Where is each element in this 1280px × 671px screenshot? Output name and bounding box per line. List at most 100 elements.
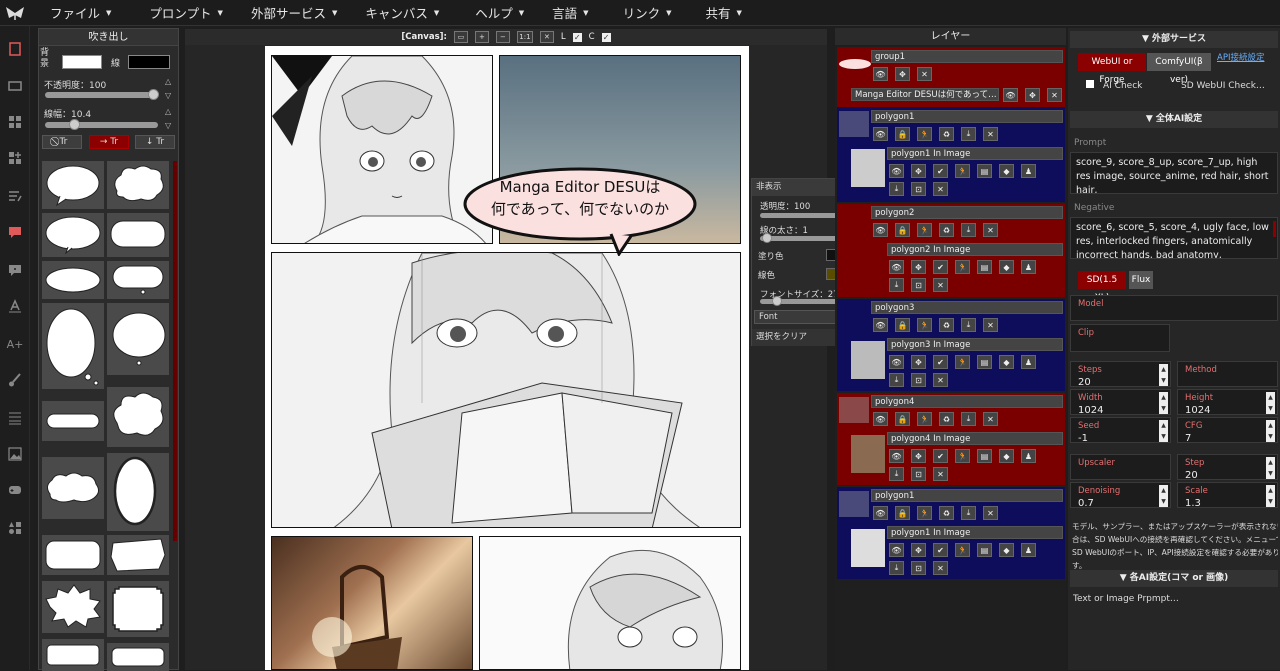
text-direction-none-button[interactable]: ⃠ Tr	[42, 135, 82, 149]
group-name[interactable]: group1	[871, 50, 1063, 63]
gamepad-icon[interactable]	[7, 482, 23, 498]
text-layer[interactable]: Manga Editor DESUは何であって… 👁 ✥ ✕	[837, 84, 1065, 107]
stepper-icon[interactable]: ▲ ▼	[1159, 364, 1168, 386]
figure-icon[interactable]: ♟	[1021, 164, 1036, 178]
height-field[interactable]: Height 1024 ▲ ▼	[1177, 389, 1278, 416]
polygon-name[interactable]: polygon3	[871, 301, 1063, 314]
text-layer-name[interactable]: Manga Editor DESUは何であって…	[851, 88, 999, 101]
menu-prompt[interactable]: プロンプト ▼	[149, 3, 223, 22]
bubble-thought-small[interactable]	[107, 261, 169, 299]
fit-page-icon[interactable]: ▭	[453, 31, 468, 43]
api-settings-link[interactable]: API接続設定	[1217, 51, 1264, 63]
layer-polygon[interactable]: polygon3 👁 🔒 🏃 ♻ ⤓ ✕ polygon3 In Image 👁…	[837, 299, 1065, 391]
menu-help[interactable]: ヘルプ ▼	[475, 3, 524, 22]
cube-icon[interactable]: ◆	[999, 164, 1014, 178]
lock-icon[interactable]: 🔒	[895, 506, 910, 520]
prompt-textarea[interactable]: score_9, score_8_up, score_7_up, high re…	[1070, 152, 1278, 194]
figure-icon[interactable]: ♟	[1021, 449, 1036, 463]
move-icon[interactable]: ✥	[911, 543, 926, 557]
download-icon[interactable]: ⤓	[889, 278, 904, 292]
app-logo[interactable]	[0, 0, 30, 26]
download-icon[interactable]: ⤓	[961, 223, 976, 237]
bubble-tall-oval[interactable]	[107, 453, 169, 531]
stepper-icon[interactable]: ▲ ▼	[1159, 420, 1168, 442]
crop-icon[interactable]: ⊡	[911, 182, 926, 196]
stepper-icon[interactable]: ▲ ▼	[1159, 392, 1168, 414]
lock-icon[interactable]: 🔒	[895, 223, 910, 237]
recycle-icon[interactable]: ♻	[939, 318, 954, 332]
polygon-name[interactable]: polygon1	[871, 110, 1063, 123]
pose-icon[interactable]: 🏃	[955, 260, 970, 274]
layout-grid-icon[interactable]	[7, 114, 23, 130]
comfyui-button[interactable]: ComfyUI(β ver)	[1147, 53, 1211, 85]
close-icon[interactable]: ✕	[1047, 88, 1062, 102]
document-icon[interactable]: ▤	[977, 260, 992, 274]
menu-share[interactable]: 共有 ▼	[705, 3, 741, 22]
check-icon[interactable]: ✔	[933, 164, 948, 178]
crop-icon[interactable]: ⊡	[911, 561, 926, 575]
close-icon[interactable]: ✕	[983, 318, 998, 332]
download-icon[interactable]: ⤓	[889, 373, 904, 387]
cube-icon[interactable]: ◆	[999, 449, 1014, 463]
recycle-icon[interactable]: ♻	[939, 506, 954, 520]
image-layer-name[interactable]: polygon4 In Image	[887, 432, 1063, 445]
image-layer-name[interactable]: polygon1 In Image	[887, 526, 1063, 539]
step-field[interactable]: Step 20 ▲ ▼	[1177, 454, 1278, 481]
bubble-tall-thought[interactable]	[42, 303, 104, 389]
eye-icon[interactable]: 👁	[873, 318, 888, 332]
text-image-prompt[interactable]: Text or Image Prpmpt…	[1073, 594, 1179, 604]
recycle-icon[interactable]: ♻	[939, 223, 954, 237]
menu-links[interactable]: リンク ▼	[623, 3, 672, 22]
move-icon[interactable]: ✥	[895, 67, 910, 81]
layer-polygon[interactable]: polygon1 👁 🔒 🏃 ♻ ⤓ ✕ polygon1 In Image 👁…	[837, 107, 1065, 202]
external-services-header[interactable]: ▼ 外部サービス	[1070, 31, 1278, 48]
canvas-speech-bubble[interactable]: Manga Editor DESUは 何であって、何でないのか	[461, 166, 699, 256]
layer-polygon[interactable]: polygon2 👁 🔒 🏃 ♻ ⤓ ✕ polygon2 In Image 👁…	[837, 204, 1065, 297]
move-icon[interactable]: ✥	[911, 449, 926, 463]
recycle-icon[interactable]: ♻	[939, 412, 954, 426]
triangle-up-icon[interactable]: △	[165, 107, 171, 116]
document-icon[interactable]: ▤	[977, 449, 992, 463]
webui-forge-button[interactable]: WebUI or Forge	[1078, 53, 1146, 85]
bubble-flat[interactable]	[107, 643, 169, 671]
close-icon[interactable]: ✕	[933, 278, 948, 292]
text-edit-icon[interactable]	[7, 188, 23, 204]
bubble-rounded-rect[interactable]	[107, 213, 169, 257]
scale-field[interactable]: Scale 1.3 ▲ ▼	[1177, 482, 1278, 509]
opacity-slider[interactable]	[45, 89, 159, 100]
move-icon[interactable]: ✥	[911, 164, 926, 178]
manga-page[interactable]: Manga Editor DESUは 何であって、何でないのか	[265, 46, 749, 670]
scrollbar[interactable]	[1273, 221, 1276, 237]
close-icon[interactable]: ✕	[933, 467, 948, 481]
canvas-area[interactable]: Manga Editor DESUは 何であって、何でないのか	[185, 45, 827, 670]
pose-icon[interactable]: 🏃	[955, 355, 970, 369]
page-icon[interactable]	[7, 41, 23, 57]
text-tool-icon[interactable]	[7, 298, 23, 314]
actual-size-button[interactable]: 1:1	[516, 31, 533, 43]
font-add-icon[interactable]: A+	[7, 336, 24, 352]
seed-field[interactable]: Seed -1 ▲ ▼	[1070, 417, 1171, 444]
polygon-name[interactable]: polygon4	[871, 395, 1063, 408]
close-icon[interactable]: ✕	[933, 561, 948, 575]
clip-select[interactable]: Clip	[1070, 324, 1170, 352]
line-width-slider[interactable]	[45, 119, 158, 130]
bubble-oval[interactable]	[42, 213, 104, 257]
image-icon[interactable]	[7, 446, 23, 462]
close-canvas-icon[interactable]: ✕	[539, 31, 554, 43]
eye-icon[interactable]: 👁	[873, 127, 888, 141]
l-checkbox[interactable]: ✓	[572, 32, 582, 42]
move-icon[interactable]: ✥	[911, 355, 926, 369]
pose-icon[interactable]: 🏃	[917, 318, 932, 332]
cube-icon[interactable]: ◆	[999, 543, 1014, 557]
bubble-puffy[interactable]	[42, 457, 104, 519]
eye-icon[interactable]: 👁	[889, 164, 904, 178]
pose-icon[interactable]: 🏃	[955, 164, 970, 178]
bubble-cloud-large[interactable]	[107, 387, 169, 447]
layer-polygon[interactable]: polygon4 👁 🔒 🏃 ♻ ⤓ ✕ polygon4 In Image 👁…	[837, 393, 1065, 485]
bubble-round-thought[interactable]	[107, 303, 169, 375]
cube-icon[interactable]: ◆	[999, 355, 1014, 369]
layer-polygon[interactable]: polygon1 👁 🔒 🏃 ♻ ⤓ ✕ polygon1 In Image 👁…	[837, 487, 1065, 579]
close-icon[interactable]: ✕	[933, 373, 948, 387]
check-icon[interactable]: ✔	[933, 543, 948, 557]
panel-add-icon[interactable]	[7, 150, 23, 166]
